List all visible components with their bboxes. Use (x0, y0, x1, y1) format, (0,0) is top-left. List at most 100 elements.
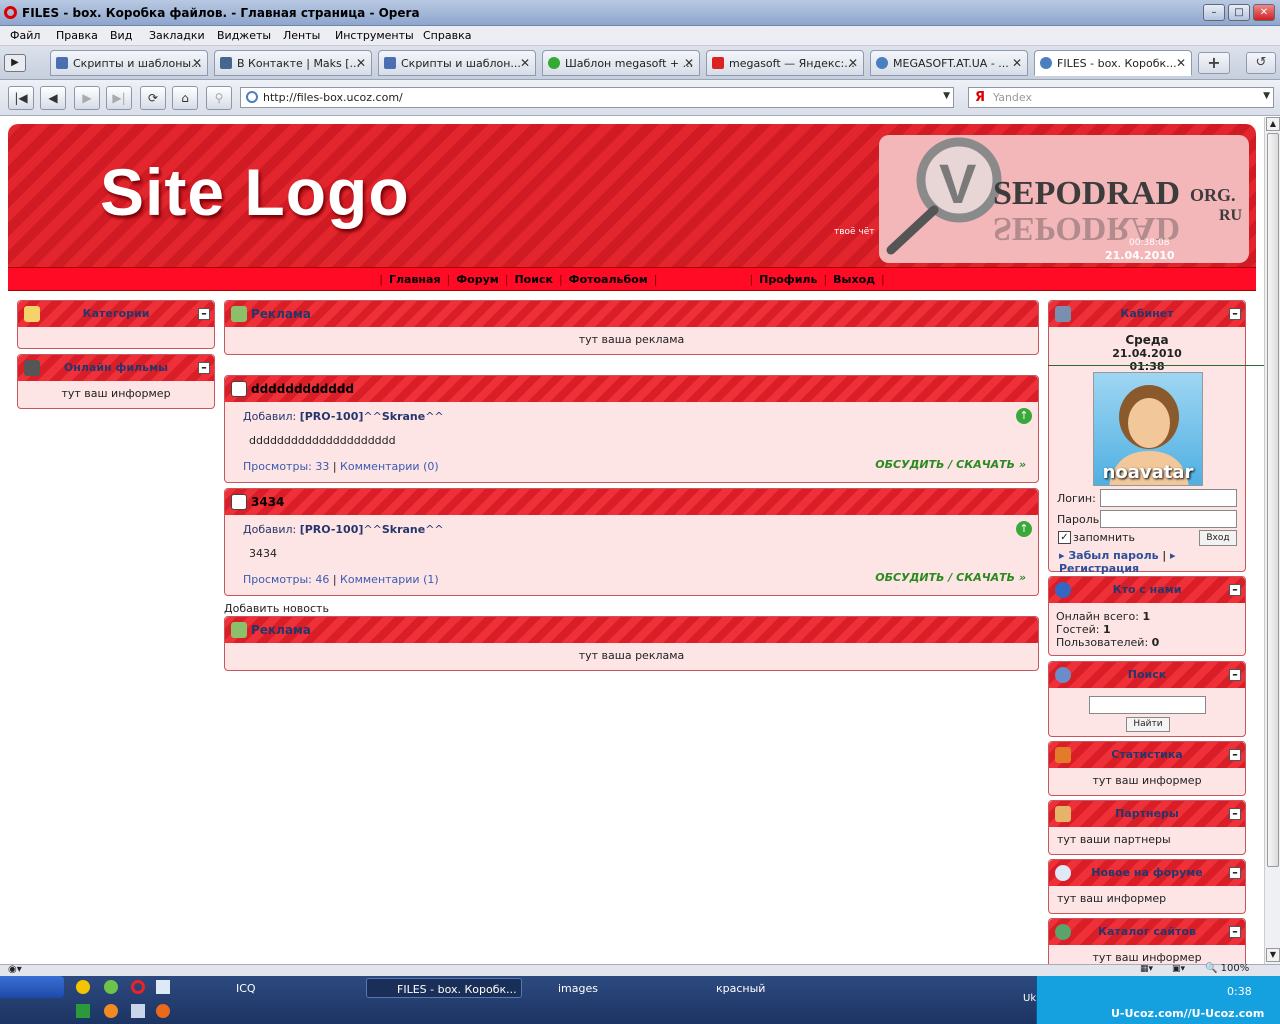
password-input[interactable] (1100, 510, 1237, 528)
menu-widgets[interactable]: Виджеты (217, 29, 271, 42)
mail-icon[interactable] (104, 1004, 118, 1018)
minimize-block-button[interactable]: – (1229, 669, 1241, 681)
forgot-password-link[interactable]: Забыл пароль (1068, 549, 1158, 562)
fast-forward-button[interactable]: ▶| (106, 86, 132, 110)
ucoz-icon (1040, 57, 1052, 69)
menu-view[interactable]: Вид (110, 29, 132, 42)
zoom-control[interactable]: 🔍 100% (1205, 963, 1249, 974)
image-icon[interactable]: ▣▾ (1172, 964, 1185, 974)
menu-tools[interactable]: Инструменты (335, 29, 414, 42)
icq-icon[interactable] (104, 980, 118, 994)
scroll-up-icon[interactable]: ▲ (1266, 117, 1280, 131)
chevron-down-icon[interactable]: ▼ (943, 91, 950, 101)
app-icon[interactable] (76, 1004, 90, 1018)
menu-help[interactable]: Справка (423, 29, 471, 42)
login-button[interactable]: Вход (1199, 530, 1237, 546)
close-tab-icon[interactable]: ✕ (848, 56, 858, 70)
close-tab-icon[interactable]: ✕ (684, 56, 694, 70)
minimize-block-button[interactable]: – (1229, 584, 1241, 596)
menu-file[interactable]: Файл (10, 29, 40, 42)
menu-edit[interactable]: Правка (56, 29, 98, 42)
news-post: 3434 Добавил: [PRO-100]^^Skrane^^ ↑ 3434… (224, 488, 1039, 596)
views-count: Просмотры: 46 (243, 573, 330, 586)
reload-button[interactable]: ⟳ (140, 86, 166, 110)
scroll-down-icon[interactable]: ▼ (1266, 948, 1280, 962)
app-icon[interactable] (131, 1004, 145, 1018)
author-link[interactable]: [PRO-100]^^Skrane^^ (300, 410, 444, 423)
minimize-block-button[interactable]: – (1229, 308, 1241, 320)
address-input[interactable]: http://files-box.ucoz.com/▼ (240, 87, 954, 108)
maximize-button[interactable]: □ (1228, 4, 1250, 21)
weekday: Среда (1125, 333, 1169, 347)
discuss-download-link[interactable]: ОБСУДИТЬ / СКАЧАТЬ » (875, 458, 1026, 471)
new-tab-button[interactable]: + (1198, 52, 1230, 74)
language-indicator[interactable]: Uk (1023, 993, 1036, 1004)
rate-up-icon[interactable]: ↑ (1016, 521, 1032, 537)
comments-link[interactable]: Комментарии (0) (340, 460, 439, 473)
vertical-scrollbar[interactable]: ▲ ▼ (1264, 117, 1280, 964)
minimize-block-button[interactable]: – (1229, 749, 1241, 761)
nav-logout[interactable]: Выход (833, 273, 875, 286)
close-tab-icon[interactable]: ✕ (356, 56, 366, 70)
rate-up-icon[interactable]: ↑ (1016, 408, 1032, 424)
menu-bookmarks[interactable]: Закладки (149, 29, 205, 42)
tab-6-active[interactable]: FILES - box. Коробк... ✕ (1034, 50, 1192, 76)
forward-button[interactable]: ▶ (74, 86, 100, 110)
tab-0[interactable]: Скрипты и шаблоны... ✕ (50, 50, 208, 76)
minimize-block-button[interactable]: – (1229, 808, 1241, 820)
login-input[interactable] (1100, 489, 1237, 507)
start-button[interactable] (0, 976, 64, 998)
tab-4[interactable]: megasoft — Яндекс:... ✕ (706, 50, 864, 76)
minimize-button[interactable]: – (1203, 4, 1225, 21)
close-tab-icon[interactable]: ✕ (520, 56, 530, 70)
view-icon[interactable]: ▦▾ (1140, 964, 1153, 974)
status-menu-icon[interactable]: ◉▾ (8, 964, 22, 975)
nav-search[interactable]: Поиск (514, 273, 552, 286)
close-button[interactable]: ✕ (1253, 4, 1275, 21)
nav-profile[interactable]: Профиль (759, 273, 817, 286)
nav-photo[interactable]: Фотоальбом (569, 273, 648, 286)
app-icon[interactable] (76, 980, 90, 994)
menu-feeds[interactable]: Ленты (283, 29, 320, 42)
minimize-block-button[interactable]: – (1229, 867, 1241, 879)
close-tab-icon[interactable]: ✕ (192, 56, 202, 70)
taskbar-item-opera[interactable]: FILES - box. Коробк... (366, 978, 522, 998)
search-input[interactable]: Я Yandex ▼ (968, 87, 1274, 108)
author-link[interactable]: [PRO-100]^^Skrane^^ (300, 523, 444, 536)
nav-forum[interactable]: Форум (456, 273, 499, 286)
opera-icon[interactable] (131, 980, 145, 994)
comments-link[interactable]: Комментарии (1) (340, 573, 439, 586)
app-icon[interactable] (156, 980, 170, 994)
find-button[interactable]: Найти (1126, 717, 1170, 732)
wand-icon[interactable]: ⚲ (206, 86, 232, 110)
tab-3[interactable]: Шаблон megasoft + ... ✕ (542, 50, 700, 76)
minimize-block-button[interactable]: – (198, 308, 210, 320)
minimize-block-button[interactable]: – (1229, 926, 1241, 938)
register-link[interactable]: Регистрация (1059, 562, 1139, 575)
taskbar-item-icq[interactable]: ICQ (206, 978, 356, 998)
app-icon[interactable] (156, 1004, 170, 1018)
taskbar-item-red[interactable]: красный (686, 978, 842, 998)
nav-home[interactable]: Главная (389, 273, 441, 286)
rewind-button[interactable]: |◀ (8, 86, 34, 110)
close-tab-icon[interactable]: ✕ (1176, 56, 1186, 70)
back-button[interactable]: ◀ (40, 86, 66, 110)
minimize-block-button[interactable]: – (198, 362, 210, 374)
remember-checkbox[interactable]: ✓ (1058, 531, 1071, 544)
post-title[interactable]: dddddddddddd (251, 382, 354, 396)
taskbar-item-images[interactable]: images (528, 978, 684, 998)
home-button[interactable]: ⌂ (172, 86, 198, 110)
close-tab-icon[interactable]: ✕ (1012, 56, 1022, 70)
clock[interactable]: 0:38 (1227, 985, 1252, 998)
tab-5[interactable]: MEGASOFT.AT.UA - ... ✕ (870, 50, 1028, 76)
tab-1[interactable]: В Контакте | Maks [... ✕ (214, 50, 372, 76)
scroll-thumb[interactable] (1267, 133, 1279, 867)
add-news-link[interactable]: Добавить новость (224, 602, 329, 615)
trash-icon[interactable]: ↺ (1246, 52, 1276, 74)
chevron-down-icon[interactable]: ▼ (1263, 91, 1270, 101)
post-title[interactable]: 3434 (251, 495, 284, 509)
discuss-download-link[interactable]: ОБСУДИТЬ / СКАЧАТЬ » (875, 571, 1026, 584)
tab-2[interactable]: Скрипты и шаблон... ✕ (378, 50, 536, 76)
panel-toggle-icon[interactable]: ▶ (4, 54, 26, 72)
site-search-input[interactable] (1089, 696, 1206, 714)
